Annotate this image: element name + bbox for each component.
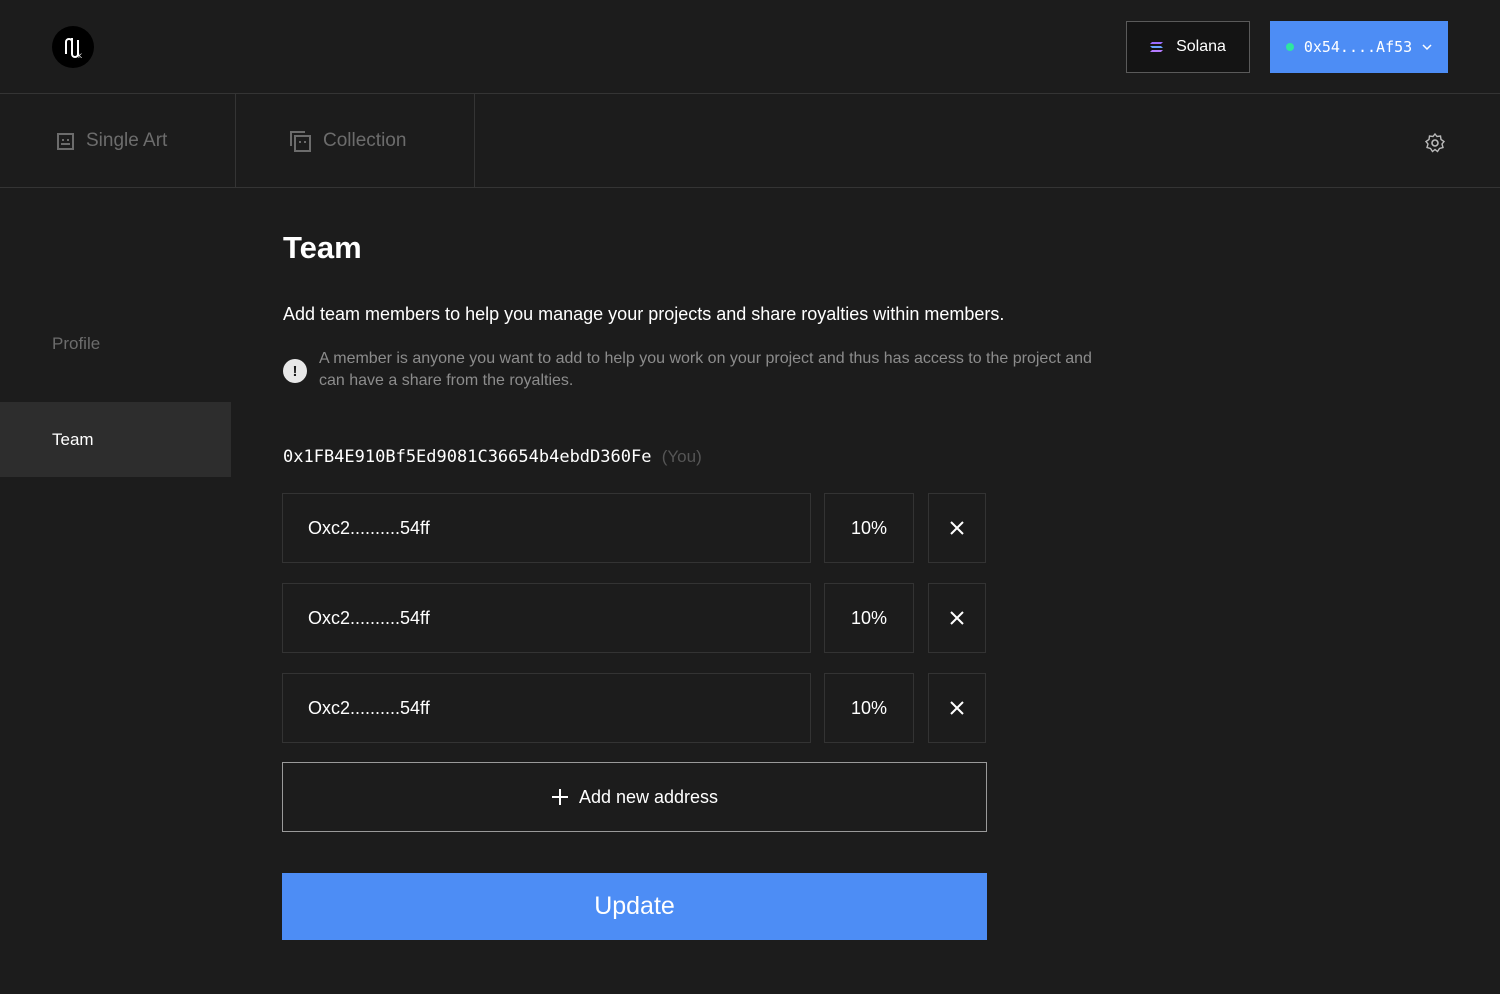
single-art-icon	[57, 132, 74, 150]
collection-icon	[290, 130, 311, 152]
settings-button[interactable]	[1424, 132, 1446, 154]
sidebar-item-team[interactable]: Team	[0, 402, 231, 477]
network-selector-button[interactable]: Solana	[1126, 21, 1250, 73]
info-note: A member is anyone you want to add to he…	[319, 350, 1092, 389]
tab-single-art[interactable]: Single Art	[0, 94, 236, 188]
plus-icon	[551, 789, 568, 805]
member-address: Oxc2..........54ff	[308, 607, 430, 628]
wallet-address: 0x54....Af53	[1303, 38, 1413, 56]
page-description: Add team members to help you manage your…	[283, 304, 1005, 324]
member-address: Oxc2..........54ff	[308, 697, 430, 718]
member-address: Oxc2..........54ff	[308, 517, 430, 538]
tab-bar: Single Art Collection	[0, 94, 1500, 188]
member-address-input[interactable]: Oxc2..........54ff	[282, 673, 811, 743]
remove-member-button[interactable]	[928, 673, 986, 743]
owner-address: 0x1FB4E910Bf5Ed9081C36654b4ebdD360Fe	[283, 447, 652, 467]
member-share-input[interactable]: 10%	[824, 493, 914, 563]
member-share: 10%	[850, 697, 888, 718]
member-share-input[interactable]: 10%	[824, 583, 914, 653]
owner-address-row: 0x1FB4E910Bf5Ed9081C36654b4ebdD360Fe (Yo…	[283, 447, 702, 467]
owner-you-label: (You)	[661, 447, 702, 466]
tab-label: Single Art	[86, 130, 168, 151]
network-label: Solana	[1176, 38, 1226, 55]
wallet-status-dot	[1285, 43, 1294, 51]
remove-member-button[interactable]	[928, 583, 986, 653]
page-title: Team	[283, 230, 362, 265]
add-address-button[interactable]: Add new address	[282, 762, 987, 832]
info-icon: !	[283, 359, 307, 383]
tab-label: Collection	[323, 130, 407, 151]
top-header: K Solana 0x54....Af53	[0, 0, 1500, 94]
close-icon	[950, 521, 964, 535]
solana-icon	[1150, 42, 1164, 52]
member-share-input[interactable]: 10%	[824, 673, 914, 743]
member-share: 10%	[850, 517, 888, 538]
tab-collection[interactable]: Collection	[236, 94, 475, 188]
remove-member-button[interactable]	[928, 493, 986, 563]
sidebar-item-label: Team	[52, 429, 94, 449]
close-icon	[950, 611, 964, 625]
app-logo[interactable]: K	[52, 26, 94, 68]
chevron-down-icon	[1422, 44, 1432, 51]
member-share: 10%	[850, 607, 888, 628]
add-address-label: Add new address	[578, 786, 719, 807]
gear-icon	[1424, 132, 1446, 153]
update-button[interactable]: Update	[282, 873, 987, 940]
member-address-input[interactable]: Oxc2..........54ff	[282, 493, 811, 563]
close-icon	[950, 701, 964, 715]
sidebar-item-profile[interactable]: Profile	[0, 306, 231, 381]
svg-text:K: K	[78, 53, 83, 60]
member-address-input[interactable]: Oxc2..........54ff	[282, 583, 811, 653]
update-label: Update	[594, 892, 675, 920]
logo-icon: K	[65, 38, 83, 60]
sidebar-item-label: Profile	[52, 333, 101, 353]
wallet-button[interactable]: 0x54....Af53	[1270, 21, 1448, 73]
